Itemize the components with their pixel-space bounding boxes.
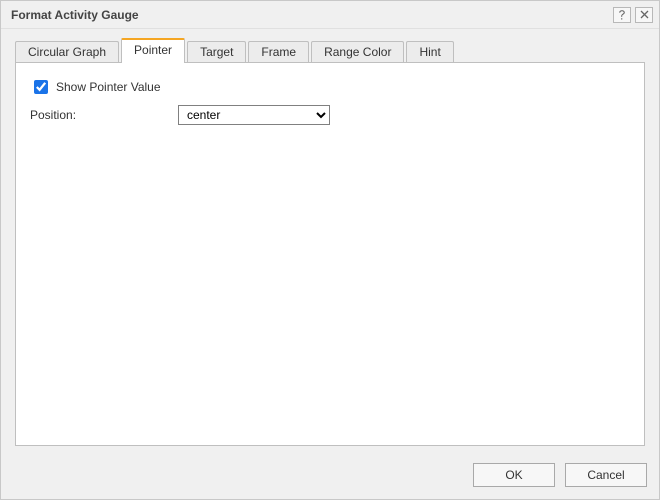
tab-hint[interactable]: Hint: [406, 41, 453, 63]
tab-circular-graph[interactable]: Circular Graph: [15, 41, 119, 63]
help-button[interactable]: [613, 7, 631, 23]
help-icon: [618, 10, 626, 20]
close-icon: [640, 10, 649, 19]
position-label: Position:: [30, 108, 178, 122]
position-select[interactable]: center: [178, 105, 330, 125]
tab-target[interactable]: Target: [187, 41, 246, 63]
ok-button[interactable]: OK: [473, 463, 555, 487]
tab-frame[interactable]: Frame: [248, 41, 309, 63]
close-button[interactable]: [635, 7, 653, 23]
cancel-button[interactable]: Cancel: [565, 463, 647, 487]
format-activity-gauge-dialog: Format Activity Gauge Circular Graph Poi…: [0, 0, 660, 500]
show-pointer-label: Show Pointer Value: [56, 80, 161, 94]
dialog-body: Circular Graph Pointer Target Frame Rang…: [1, 29, 659, 455]
show-pointer-row: Show Pointer Value: [30, 77, 630, 97]
dialog-title: Format Activity Gauge: [11, 8, 609, 22]
show-pointer-checkbox[interactable]: [34, 80, 48, 94]
tabstrip: Circular Graph Pointer Target Frame Rang…: [15, 39, 645, 63]
tab-range-color[interactable]: Range Color: [311, 41, 404, 63]
tabpanel-pointer: Show Pointer Value Position: center: [15, 62, 645, 446]
tab-pointer[interactable]: Pointer: [121, 38, 185, 63]
dialog-footer: OK Cancel: [1, 455, 659, 499]
titlebar: Format Activity Gauge: [1, 1, 659, 29]
position-row: Position: center: [30, 105, 630, 125]
